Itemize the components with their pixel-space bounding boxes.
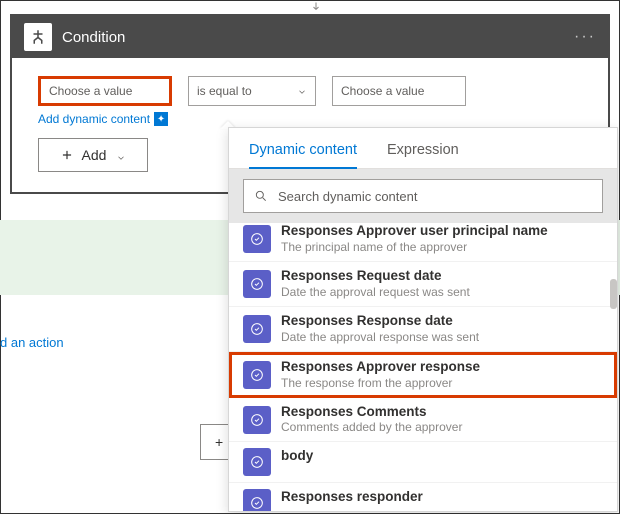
item-title: Responses responder bbox=[281, 489, 423, 506]
add-action-link-fragment[interactable]: d an action bbox=[0, 335, 64, 350]
approval-icon bbox=[243, 406, 271, 434]
condition-value-right-input[interactable]: Choose a value bbox=[332, 76, 466, 106]
add-button[interactable]: Add bbox=[38, 138, 148, 172]
dynamic-content-item[interactable]: Responses responder bbox=[229, 483, 617, 511]
condition-header[interactable]: Condition ··· bbox=[12, 16, 608, 58]
chevron-down-icon bbox=[116, 150, 126, 160]
dynamic-content-item[interactable]: Responses Request dateDate the approval … bbox=[229, 262, 617, 307]
chevron-down-icon bbox=[297, 86, 307, 96]
approval-icon bbox=[243, 448, 271, 476]
add-dynamic-content-link[interactable]: Add dynamic content ✦ bbox=[38, 112, 172, 126]
dynamic-content-item[interactable]: Responses Approver user principal nameTh… bbox=[229, 223, 617, 262]
approval-icon bbox=[243, 489, 271, 511]
approval-icon bbox=[243, 225, 271, 253]
item-desc: Comments added by the approver bbox=[281, 420, 462, 435]
dynamic-content-list: Responses Approver user principal nameTh… bbox=[229, 223, 617, 511]
placeholder-text: Choose a value bbox=[341, 84, 424, 98]
item-desc: The response from the approver bbox=[281, 376, 480, 391]
condition-operator-select[interactable]: is equal to bbox=[188, 76, 316, 106]
approval-icon bbox=[243, 361, 271, 389]
item-title: Responses Approver response bbox=[281, 359, 480, 376]
item-desc: The principal name of the approver bbox=[281, 240, 548, 255]
tab-expression[interactable]: Expression bbox=[387, 138, 459, 168]
dynamic-content-item[interactable]: Responses Response dateDate the approval… bbox=[229, 307, 617, 352]
item-desc: Date the approval response was sent bbox=[281, 330, 479, 345]
condition-title: Condition bbox=[62, 29, 574, 46]
item-title: Responses Approver user principal name bbox=[281, 223, 548, 240]
plus-icon: ✦ bbox=[154, 112, 168, 126]
item-title: Responses Response date bbox=[281, 313, 479, 330]
item-title: Responses Request date bbox=[281, 268, 470, 285]
approval-icon bbox=[243, 315, 271, 343]
dynamic-content-item[interactable]: Responses Approver responseThe response … bbox=[229, 352, 617, 398]
condition-value-left-input[interactable]: Choose a value bbox=[38, 76, 172, 106]
placeholder-text: Choose a value bbox=[49, 84, 132, 98]
search-icon bbox=[254, 189, 268, 203]
item-title: body bbox=[281, 448, 313, 465]
plus-icon bbox=[60, 148, 74, 162]
search-placeholder: Search dynamic content bbox=[278, 189, 417, 204]
flow-arrow-down-icon bbox=[310, 0, 322, 12]
item-desc: Date the approval request was sent bbox=[281, 285, 470, 300]
dynamic-content-panel: Dynamic content Expression Search dynami… bbox=[228, 127, 618, 512]
approval-icon bbox=[243, 270, 271, 298]
scrollbar-thumb[interactable] bbox=[610, 279, 617, 309]
dynamic-content-item[interactable]: Responses CommentsComments added by the … bbox=[229, 398, 617, 443]
condition-icon bbox=[24, 23, 52, 51]
tab-dynamic-content[interactable]: Dynamic content bbox=[249, 138, 357, 168]
item-title: Responses Comments bbox=[281, 404, 462, 421]
search-input[interactable]: Search dynamic content bbox=[243, 179, 603, 213]
more-menu-button[interactable]: ··· bbox=[574, 28, 596, 46]
dynamic-content-item[interactable]: body bbox=[229, 442, 617, 483]
